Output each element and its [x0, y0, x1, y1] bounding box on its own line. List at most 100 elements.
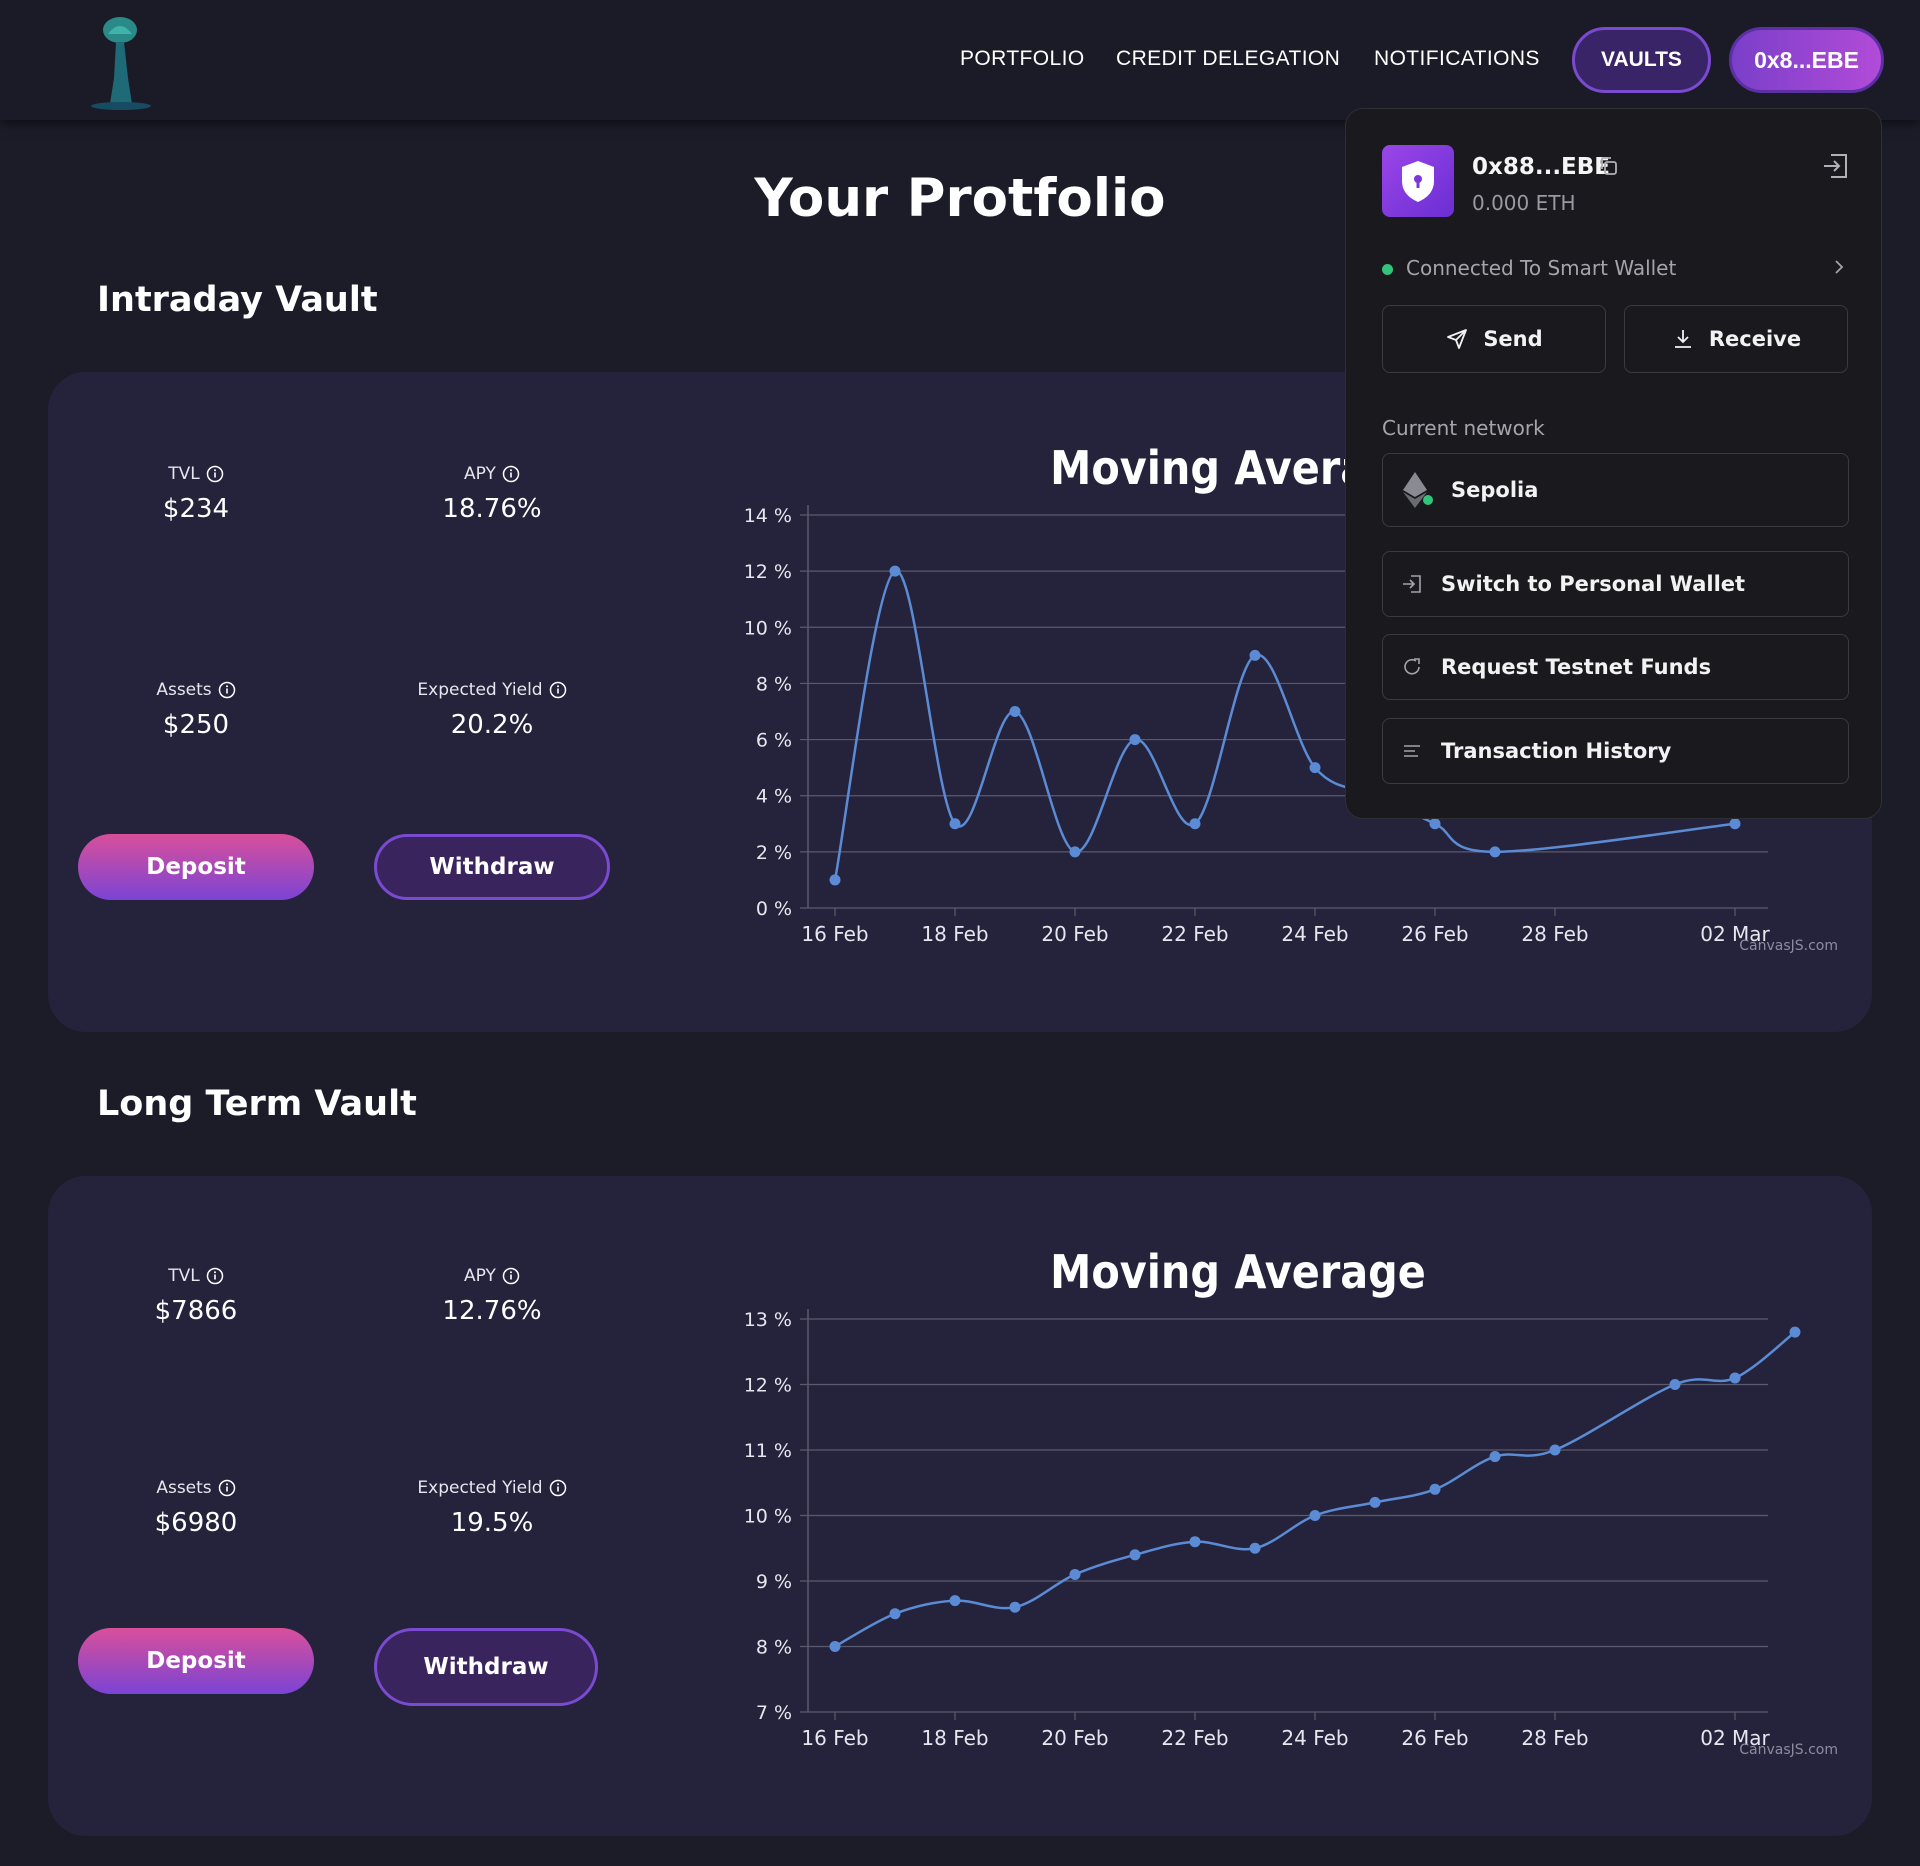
download-icon: [1674, 330, 1691, 348]
nav-notifications[interactable]: NOTIFICATIONS: [1374, 47, 1540, 71]
deposit-button[interactable]: Deposit: [78, 1628, 314, 1694]
data-point[interactable]: [1309, 762, 1321, 774]
data-point[interactable]: [1189, 818, 1201, 830]
apy-stat: APY 18.76%: [372, 464, 612, 524]
assets-label: Assets: [156, 1478, 212, 1498]
data-point[interactable]: [1429, 1483, 1441, 1495]
data-point[interactable]: [1309, 1510, 1321, 1521]
withdraw-button[interactable]: Withdraw: [374, 834, 610, 900]
send-button[interactable]: Send: [1382, 305, 1606, 373]
x-tick-label: 26 Feb: [1401, 922, 1468, 946]
long-term-vault-card: TVL $7866 APY 12.76% Assets $6980 Expect…: [48, 1176, 1872, 1836]
apy-label: APY: [464, 1266, 496, 1286]
data-point[interactable]: [1729, 818, 1741, 830]
info-icon[interactable]: [549, 681, 567, 699]
tvl-stat: TVL $234: [76, 464, 316, 524]
request-funds-label: Request Testnet Funds: [1441, 655, 1712, 679]
tvl-value: $7866: [154, 1296, 238, 1326]
data-point[interactable]: [1429, 818, 1441, 830]
apy-stat: APY 12.76%: [372, 1266, 612, 1326]
data-point[interactable]: [889, 565, 901, 577]
send-label: Send: [1483, 327, 1543, 351]
long-term-moving-average-chart: Moving Average 7 % 8 % 9 % 10 % 11 % 12 % 13 % 1…: [744, 1245, 1838, 1758]
data-point[interactable]: [1729, 1372, 1741, 1384]
data-point[interactable]: [1789, 1326, 1801, 1338]
y-tick-label: 14 %: [744, 505, 792, 527]
info-icon[interactable]: [549, 1479, 567, 1497]
assets-stat: Assets $6980: [76, 1478, 316, 1538]
wallet-button[interactable]: 0x8...EBE: [1729, 27, 1884, 93]
data-point[interactable]: [949, 1595, 961, 1607]
tvl-label: TVL: [168, 1266, 200, 1286]
data-point[interactable]: [829, 874, 841, 886]
status-dot: [1382, 264, 1393, 275]
chart-credit[interactable]: CanvasJS.com: [1739, 938, 1838, 954]
data-point[interactable]: [1069, 846, 1081, 858]
info-icon[interactable]: [502, 465, 520, 483]
info-icon[interactable]: [206, 1267, 224, 1285]
wallet-dropdown: 0x88...EBE 0.000 ETH Connected To Smart …: [1345, 108, 1882, 819]
top-navbar: PORTFOLIO CREDIT DELEGATION NOTIFICATION…: [0, 0, 1920, 120]
y-tick-label: 10 %: [744, 617, 792, 639]
data-point[interactable]: [1009, 1601, 1021, 1613]
shield-icon: [1402, 161, 1434, 202]
logo[interactable]: [88, 8, 156, 112]
list-icon: [1404, 745, 1420, 757]
data-point[interactable]: [1669, 1379, 1681, 1390]
nav-credit-delegation[interactable]: CREDIT DELEGATION: [1116, 47, 1340, 71]
transaction-history-option[interactable]: Transaction History: [1382, 718, 1849, 784]
chart-title: Moving Average: [1050, 1245, 1426, 1299]
data-point[interactable]: [1489, 1451, 1501, 1463]
info-icon[interactable]: [218, 681, 236, 699]
receive-label: Receive: [1708, 327, 1802, 351]
expected-yield-label: Expected Yield: [417, 680, 543, 700]
assets-value: $250: [162, 710, 230, 740]
logout-icon[interactable]: [1821, 151, 1851, 181]
data-point[interactable]: [829, 1641, 841, 1652]
withdraw-button[interactable]: Withdraw: [374, 1628, 598, 1706]
y-tick-label: 8 %: [756, 673, 792, 695]
nav-portfolio[interactable]: PORTFOLIO: [960, 47, 1085, 71]
data-point[interactable]: [1069, 1568, 1081, 1580]
data-point[interactable]: [1369, 1496, 1381, 1508]
expected-yield-value: 20.2%: [450, 710, 534, 740]
y-tick-label: 12 %: [744, 561, 792, 583]
data-point[interactable]: [1009, 706, 1021, 717]
deposit-button[interactable]: Deposit: [78, 834, 314, 900]
expected-yield-stat: Expected Yield 19.5%: [372, 1478, 612, 1538]
data-point[interactable]: [949, 818, 961, 830]
info-icon[interactable]: [206, 465, 224, 483]
assets-stat: Assets $250: [76, 680, 316, 740]
info-icon[interactable]: [502, 1267, 520, 1285]
data-point[interactable]: [889, 1608, 901, 1620]
y-tick-label: 9 %: [756, 1571, 792, 1593]
info-icon[interactable]: [218, 1479, 236, 1497]
data-point[interactable]: [1549, 1444, 1561, 1456]
network-selector[interactable]: Sepolia: [1382, 453, 1849, 527]
copy-icon[interactable]: [1598, 155, 1620, 177]
data-point[interactable]: [1129, 1549, 1141, 1561]
chevron-right-icon[interactable]: [1832, 258, 1846, 276]
receive-button[interactable]: Receive: [1624, 305, 1848, 373]
connection-status[interactable]: Connected To Smart Wallet: [1406, 256, 1676, 280]
data-point[interactable]: [1189, 1536, 1201, 1548]
request-funds-option[interactable]: Request Testnet Funds: [1382, 634, 1849, 700]
x-tick-label: 26 Feb: [1401, 1726, 1468, 1750]
apy-value: 12.76%: [442, 1296, 542, 1326]
assets-label: Assets: [156, 680, 212, 700]
x-tick-label: 18 Feb: [921, 922, 988, 946]
vaults-button[interactable]: VAULTS: [1572, 27, 1711, 93]
tvl-value: $234: [162, 494, 230, 524]
x-tick-label: 20 Feb: [1041, 922, 1108, 946]
x-tick-label: 22 Feb: [1161, 922, 1228, 946]
chart-credit[interactable]: CanvasJS.com: [1739, 1742, 1838, 1758]
send-icon: [1447, 329, 1468, 349]
network-label: Current network: [1382, 416, 1545, 440]
tvl-label: TVL: [168, 464, 200, 484]
expected-yield-stat: Expected Yield 20.2%: [372, 680, 612, 740]
data-point[interactable]: [1249, 649, 1261, 661]
switch-wallet-option[interactable]: Switch to Personal Wallet: [1382, 551, 1849, 617]
data-point[interactable]: [1489, 846, 1501, 858]
data-point[interactable]: [1129, 734, 1141, 746]
data-point[interactable]: [1249, 1542, 1261, 1554]
